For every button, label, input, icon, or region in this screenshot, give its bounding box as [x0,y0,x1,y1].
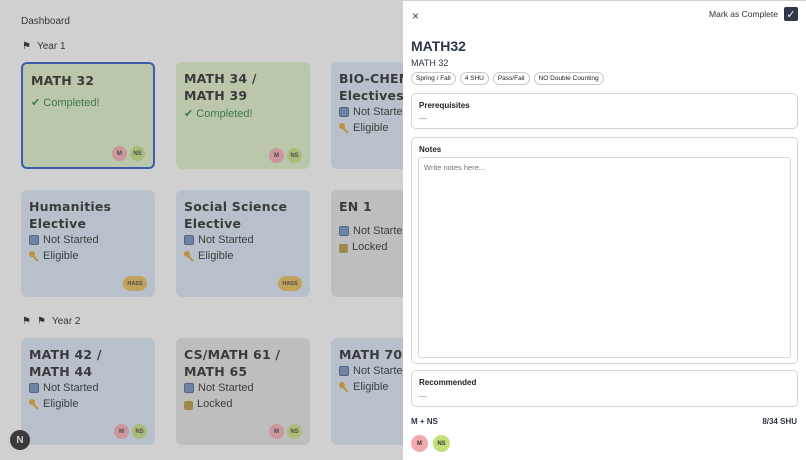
mark-complete-control[interactable]: Mark as Complete ✓ [709,7,798,21]
notes-textarea[interactable] [418,157,791,358]
recommended-section: Recommended — [411,370,798,407]
prerequisites-label: Prerequisites [419,101,470,110]
tag-grading: Pass/Fail [492,72,530,85]
tag-credits: 4 SHU [459,72,489,85]
mark-complete-label: Mark as Complete [709,9,778,19]
course-detail-drawer: × Mark as Complete ✓ MATH32 MATH 32 Spri… [403,0,806,460]
shu-progress: 8/34 SHU [762,417,797,426]
close-icon[interactable]: × [412,9,419,23]
badge-ns: NS [433,435,450,452]
requirement-label: M + NS [411,417,438,426]
modal-backdrop[interactable] [0,0,403,460]
mark-complete-checkbox[interactable]: ✓ [784,7,798,21]
course-tags: Spring / Fall 4 SHU Pass/Fail NO Double … [411,72,604,85]
tag-semester: Spring / Fall [411,72,456,85]
notes-label: Notes [419,145,442,154]
recommended-value: — [419,392,427,401]
requirement-badges: M NS [411,435,450,452]
notes-section: Notes [411,137,798,364]
prerequisites-value: — [419,114,427,123]
badge-m: M [411,435,428,452]
course-code-title: MATH32 [411,38,466,54]
prerequisites-section: Prerequisites — [411,93,798,129]
course-name: MATH 32 [411,58,449,68]
recommended-label: Recommended [419,378,477,387]
tag-double-counting: NO Double Counting [533,72,604,85]
